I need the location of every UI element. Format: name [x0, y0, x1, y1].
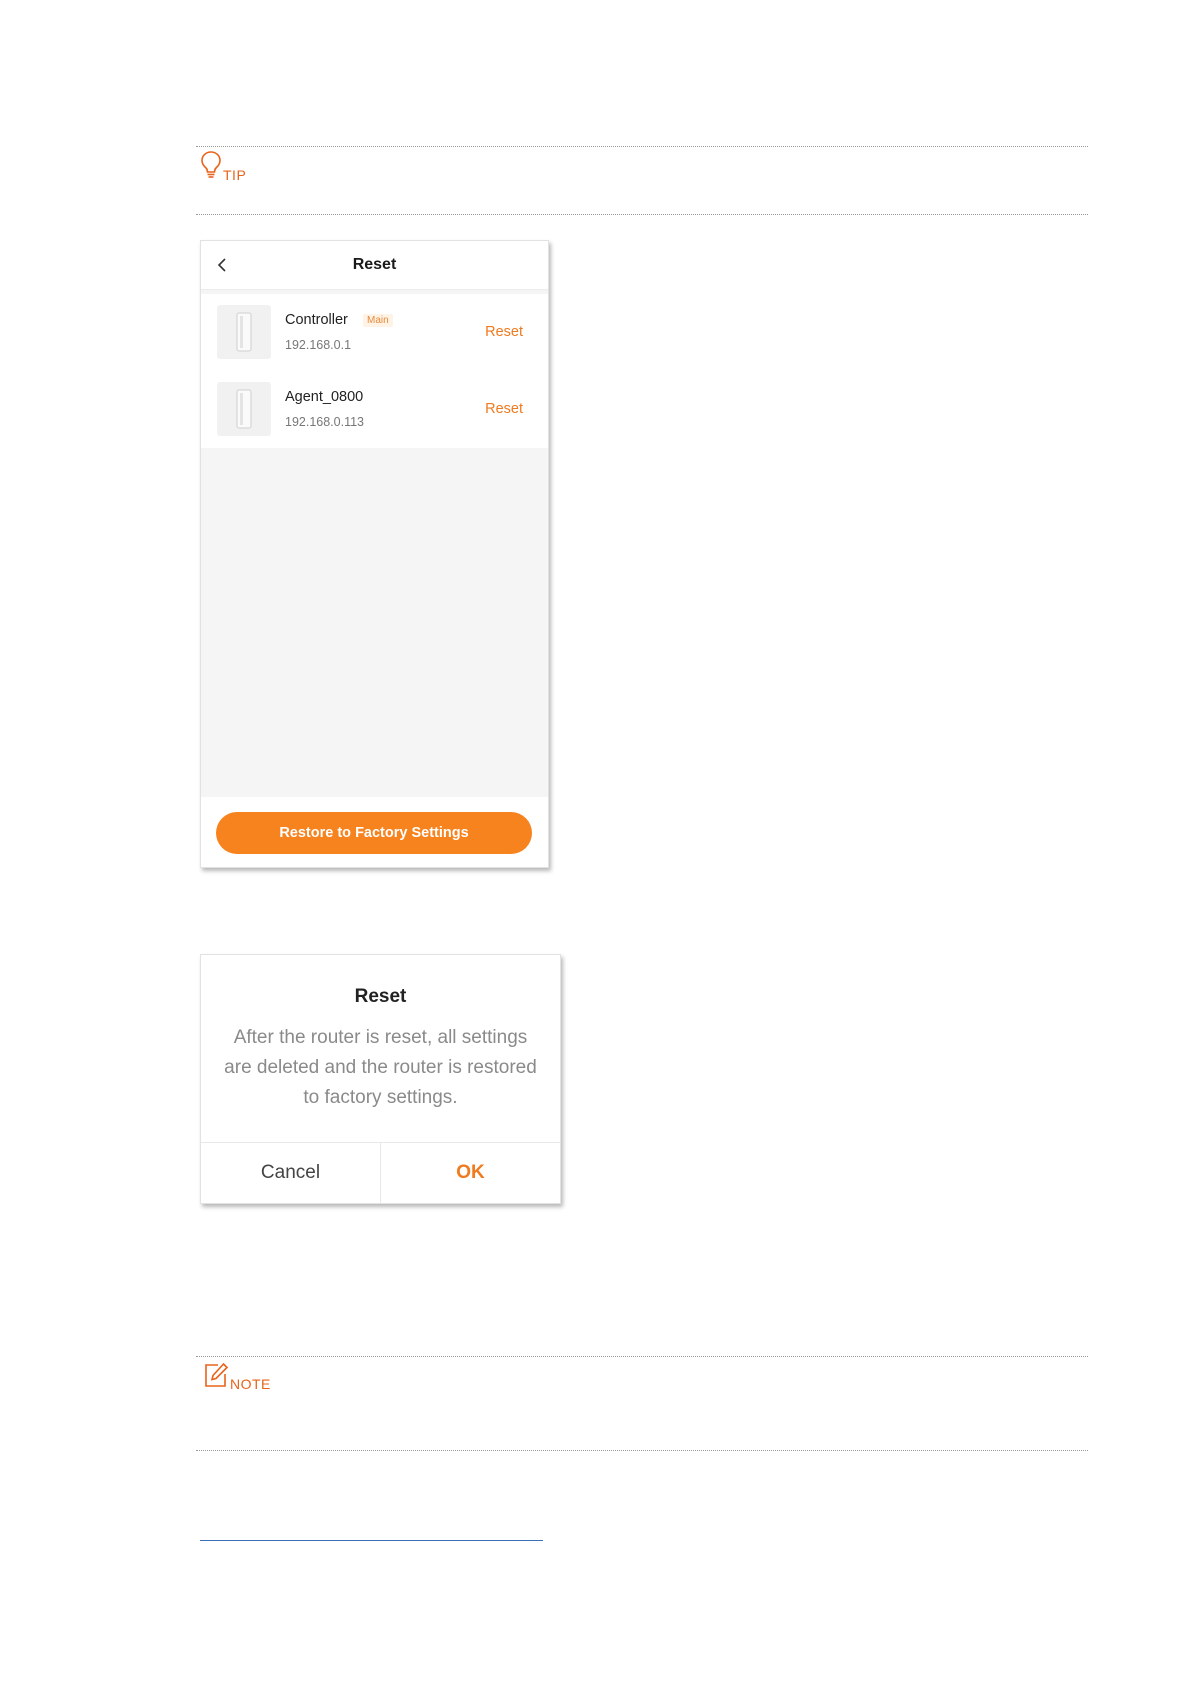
- reset-confirm-dialog: Reset After the router is reset, all set…: [200, 954, 561, 1204]
- ok-button[interactable]: OK: [381, 1143, 560, 1203]
- note-label: NOTE: [230, 1376, 271, 1392]
- screen-footer: Restore to Factory Settings: [201, 797, 548, 867]
- device-name: Agent_0800: [285, 389, 364, 405]
- note-edit-icon: [203, 1362, 229, 1393]
- dialog-message: After the router is reset, all settings …: [224, 1027, 537, 1108]
- reset-screen: Reset Controller Main 192.168.0.1 Reset: [200, 240, 549, 868]
- note-bottom-rule: [196, 1450, 1088, 1451]
- reset-agent-button[interactable]: Reset: [485, 401, 523, 417]
- router-thumbnail-icon: [217, 382, 271, 436]
- tip-callout: TIP: [200, 150, 246, 185]
- device-ip: 192.168.0.1: [285, 338, 352, 352]
- device-row-controller: Controller Main 192.168.0.1 Reset: [201, 294, 548, 371]
- footnote-rule: [200, 1540, 543, 1541]
- device-list: Controller Main 192.168.0.1 Reset Agent_…: [201, 294, 548, 448]
- lightbulb-icon: [200, 150, 222, 185]
- screen-header: Reset: [201, 241, 548, 290]
- restore-factory-settings-button[interactable]: Restore to Factory Settings: [216, 812, 532, 854]
- dialog-title: Reset: [354, 986, 407, 1007]
- device-row-agent: Agent_0800 192.168.0.113 Reset: [201, 371, 548, 448]
- tip-bottom-rule: [196, 214, 1088, 215]
- tip-top-rule: [196, 146, 1088, 147]
- main-badge: Main: [363, 314, 393, 327]
- reset-controller-button[interactable]: Reset: [485, 324, 523, 340]
- device-name: Controller: [285, 312, 348, 328]
- tip-label: TIP: [223, 167, 247, 183]
- cancel-button[interactable]: Cancel: [201, 1143, 380, 1203]
- note-top-rule: [196, 1356, 1088, 1357]
- device-ip: 192.168.0.113: [285, 415, 365, 429]
- note-callout: NOTE: [203, 1362, 271, 1393]
- screen-title: Reset: [352, 256, 397, 273]
- router-thumbnail-icon: [217, 305, 271, 359]
